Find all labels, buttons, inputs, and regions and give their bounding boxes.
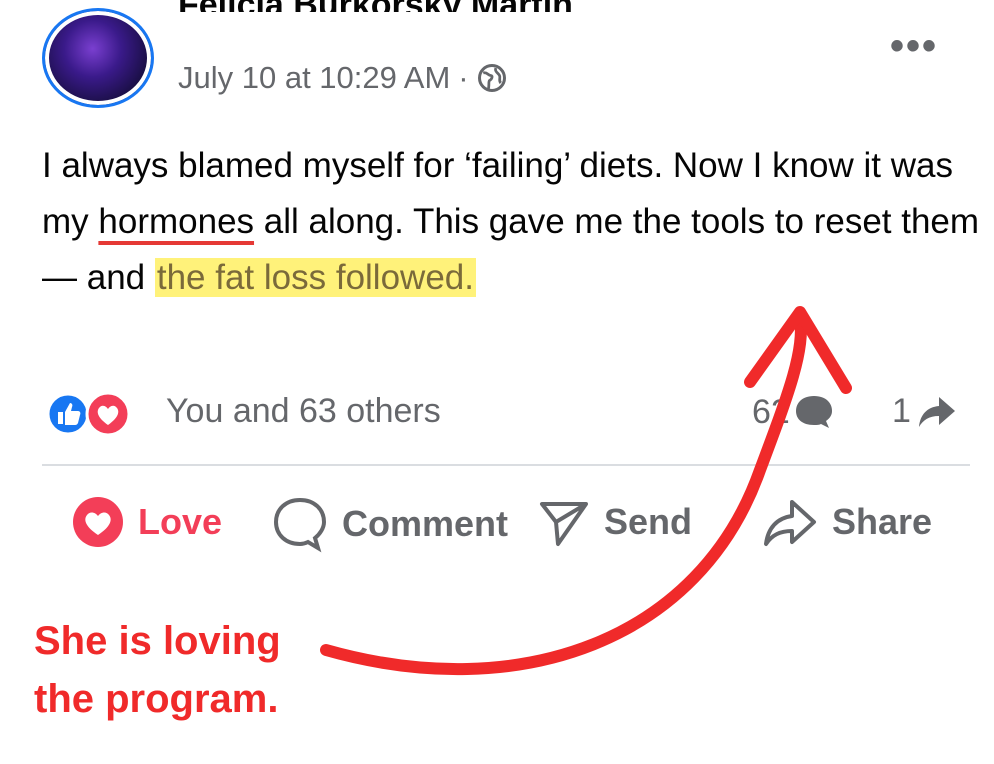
love-reaction-icon bbox=[85, 391, 131, 437]
post-text: I always blamed myself for ‘failing’ die… bbox=[42, 138, 982, 306]
comment-label: Comment bbox=[342, 503, 509, 544]
action-bar: Love Comment Send Share bbox=[70, 494, 970, 554]
share-label: Share bbox=[832, 501, 933, 542]
post-text-underlined: hormones bbox=[98, 202, 255, 241]
love-label: Love bbox=[138, 501, 223, 542]
love-icon bbox=[73, 497, 123, 547]
comment-count-value: 62 bbox=[752, 392, 790, 431]
annotation-text: She is loving the program. bbox=[34, 612, 281, 728]
author-avatar[interactable] bbox=[42, 8, 154, 108]
share-arrow-icon bbox=[918, 396, 955, 427]
globe-icon bbox=[477, 64, 506, 92]
post-timestamp[interactable]: July 10 at 10:29 AM bbox=[178, 60, 450, 96]
send-label: Send bbox=[604, 501, 693, 542]
love-button[interactable]: Love bbox=[70, 494, 222, 550]
post-meta: July 10 at 10:29 AM · bbox=[178, 60, 507, 96]
send-button[interactable]: Send bbox=[536, 494, 692, 550]
post-text-highlighted: the fat loss followed. bbox=[154, 258, 476, 297]
comment-icon bbox=[273, 497, 327, 553]
like-reaction-icon bbox=[46, 392, 90, 436]
comment-button[interactable]: Comment bbox=[270, 494, 508, 554]
share-count[interactable]: 1 bbox=[892, 392, 957, 431]
share-icon bbox=[764, 500, 816, 546]
reactions-summary[interactable]: You and 63 others bbox=[166, 392, 441, 431]
action-divider bbox=[42, 464, 970, 466]
share-button[interactable]: Share bbox=[760, 494, 932, 550]
comment-bubble-icon bbox=[795, 396, 832, 428]
author-name[interactable]: Felicia Burkorsky Martin bbox=[178, 0, 573, 12]
meta-separator: · bbox=[458, 60, 469, 95]
comment-count[interactable]: 62 bbox=[752, 392, 836, 432]
annotation-line2: the program. bbox=[34, 677, 279, 721]
share-count-value: 1 bbox=[892, 392, 911, 430]
annotation-line1: She is loving bbox=[34, 619, 281, 663]
reaction-icons[interactable] bbox=[46, 390, 156, 438]
reactions-row: You and 63 others 62 1 bbox=[46, 388, 970, 438]
send-icon bbox=[540, 502, 588, 546]
more-options-icon[interactable]: ••• bbox=[890, 26, 938, 66]
